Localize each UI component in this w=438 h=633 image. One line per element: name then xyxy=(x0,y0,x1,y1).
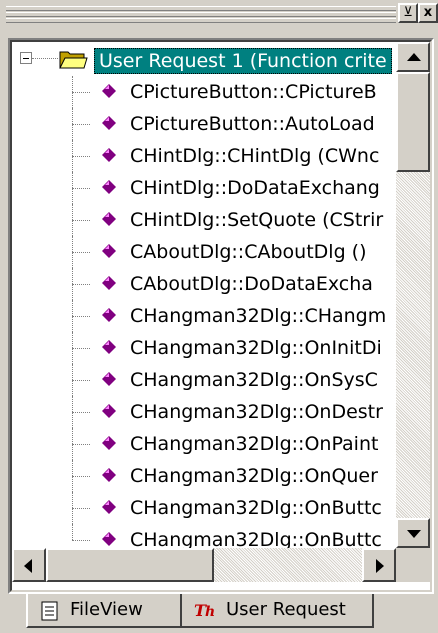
arrow-left-icon xyxy=(24,559,32,573)
tree-item[interactable]: CPictureButton::CPictureB xyxy=(12,76,396,108)
tree-connector xyxy=(72,444,90,445)
tree-connector xyxy=(72,156,90,157)
tree-item-label: CHintDlg::DoDataExchang xyxy=(130,177,380,199)
tree-view[interactable]: User Request 1 (Function crite CPictureB… xyxy=(12,42,396,548)
tree-connector xyxy=(72,348,90,349)
scroll-right-button[interactable] xyxy=(362,548,396,582)
tree-item[interactable]: CHangman32Dlg::OnInitDi xyxy=(12,332,396,364)
tab-fileview-label: FileView xyxy=(70,599,143,620)
tree-root-label: User Request 1 (Function crite xyxy=(94,48,392,74)
dock-title-bar[interactable]: ⊻ x xyxy=(0,0,438,28)
tab-fileview[interactable]: FileView xyxy=(26,594,182,628)
tree-item[interactable]: CHangman32Dlg::OnButtc xyxy=(12,524,396,548)
svg-text:h: h xyxy=(205,604,215,620)
tree-connector xyxy=(72,540,90,541)
gripper-line xyxy=(6,12,396,17)
tree-connector xyxy=(72,220,90,221)
user-request-icon: T h xyxy=(194,601,215,620)
arrow-down-icon xyxy=(407,530,421,538)
function-diamond-icon xyxy=(102,116,116,130)
gripper-line xyxy=(6,18,396,23)
scrollbar-corner xyxy=(396,548,430,582)
tree-item-label: CHangman32Dlg::OnButtc xyxy=(130,529,382,548)
tree-connector xyxy=(72,476,90,477)
function-diamond-icon xyxy=(102,212,116,226)
function-diamond-icon xyxy=(102,500,116,514)
tree-connector xyxy=(72,284,90,285)
horizontal-scrollbar[interactable] xyxy=(12,548,396,582)
view-tabs: FileView T h User Request xyxy=(0,594,438,633)
tree-item[interactable]: CHangman32Dlg::OnQuer xyxy=(12,460,396,492)
function-diamond-icon xyxy=(102,340,116,354)
tree-connector xyxy=(72,92,90,93)
function-diamond-icon xyxy=(102,148,116,162)
tree-item[interactable]: CHintDlg::DoDataExchang xyxy=(12,172,396,204)
function-diamond-icon xyxy=(102,468,116,482)
function-diamond-icon xyxy=(102,276,116,290)
tree-item-label: CPictureButton::CPictureB xyxy=(130,81,377,103)
tree-connector xyxy=(32,58,58,59)
tree-item[interactable]: CHangman32Dlg::CHangm xyxy=(12,300,396,332)
collapse-toggle[interactable] xyxy=(20,52,32,64)
tree-item-label: CHangman32Dlg::OnPaint xyxy=(130,433,379,455)
tree-item-label: CHangman32Dlg::OnButtc xyxy=(130,497,382,519)
tree-item[interactable]: CHintDlg::SetQuote (CStrir xyxy=(12,204,396,236)
function-diamond-icon xyxy=(102,244,116,258)
tree-item-label: CHangman32Dlg::CHangm xyxy=(130,305,387,327)
tree-item[interactable]: CAboutDlg::CAboutDlg () xyxy=(12,236,396,268)
function-diamond-icon xyxy=(102,532,116,546)
tree-item[interactable]: CHangman32Dlg::OnDestr xyxy=(12,396,396,428)
tree-connector xyxy=(72,252,90,253)
function-diamond-icon xyxy=(102,84,116,98)
close-button[interactable]: x xyxy=(418,3,438,23)
tree-panel-inner: User Request 1 (Function crite CPictureB… xyxy=(10,40,432,592)
tree-item[interactable]: CHangman32Dlg::OnSysC xyxy=(12,364,396,396)
tree-item-label: CHangman32Dlg::OnInitDi xyxy=(130,337,382,359)
function-diamond-icon xyxy=(102,436,116,450)
tree-item-label: CHintDlg::CHintDlg (CWnc xyxy=(130,145,380,167)
function-diamond-icon xyxy=(102,180,116,194)
horizontal-scroll-thumb[interactable] xyxy=(46,548,214,582)
tree-item[interactable]: CPictureButton::AutoLoad xyxy=(12,108,396,140)
vertical-scrollbar[interactable] xyxy=(396,42,430,548)
arrow-right-icon xyxy=(376,559,384,573)
tab-user-request-label: User Request xyxy=(226,599,346,620)
tree-connector xyxy=(72,380,90,381)
restore-button[interactable]: ⊻ xyxy=(398,3,418,23)
tree-item[interactable]: CHangman32Dlg::OnPaint xyxy=(12,428,396,460)
function-diamond-icon xyxy=(102,308,116,322)
close-icon: x xyxy=(423,5,433,20)
tree-item[interactable]: CHintDlg::CHintDlg (CWnc xyxy=(12,140,396,172)
tree-item[interactable]: CAboutDlg::DoDataExcha xyxy=(12,268,396,300)
scroll-left-button[interactable] xyxy=(12,548,46,582)
function-diamond-icon xyxy=(102,372,116,386)
tree-root-item[interactable]: User Request 1 (Function crite xyxy=(12,44,396,76)
tree-item-label: CAboutDlg::DoDataExcha xyxy=(130,273,373,295)
tree-connector xyxy=(72,412,90,413)
function-diamond-icon xyxy=(102,404,116,418)
tree-item-label: CAboutDlg::CAboutDlg () xyxy=(130,241,367,263)
tree-item[interactable]: CHangman32Dlg::OnButtc xyxy=(12,492,396,524)
tree-item-label: CHangman32Dlg::OnQuer xyxy=(130,465,378,487)
tree-connector xyxy=(72,124,90,125)
tree-connector xyxy=(72,524,73,540)
tree-connector xyxy=(72,508,90,509)
document-icon xyxy=(41,601,58,621)
tree-item-label: CHangman32Dlg::OnDestr xyxy=(130,401,383,423)
scroll-up-button[interactable] xyxy=(396,42,430,72)
tree-item-label: CHintDlg::SetQuote (CStrir xyxy=(130,209,384,231)
tree-connector xyxy=(72,316,90,317)
restore-icon: ⊻ xyxy=(403,5,413,20)
arrow-up-icon xyxy=(407,53,421,61)
vertical-scroll-thumb[interactable] xyxy=(396,72,430,172)
open-folder-icon xyxy=(59,51,88,69)
tab-user-request[interactable]: T h User Request xyxy=(182,594,374,628)
scroll-down-button[interactable] xyxy=(396,518,430,548)
gripper-line xyxy=(6,6,396,11)
tree-panel: User Request 1 (Function crite CPictureB… xyxy=(8,38,434,594)
tree-item-label: CHangman32Dlg::OnSysC xyxy=(130,369,378,391)
tree-connector xyxy=(72,188,90,189)
tree-item-label: CPictureButton::AutoLoad xyxy=(130,113,375,135)
